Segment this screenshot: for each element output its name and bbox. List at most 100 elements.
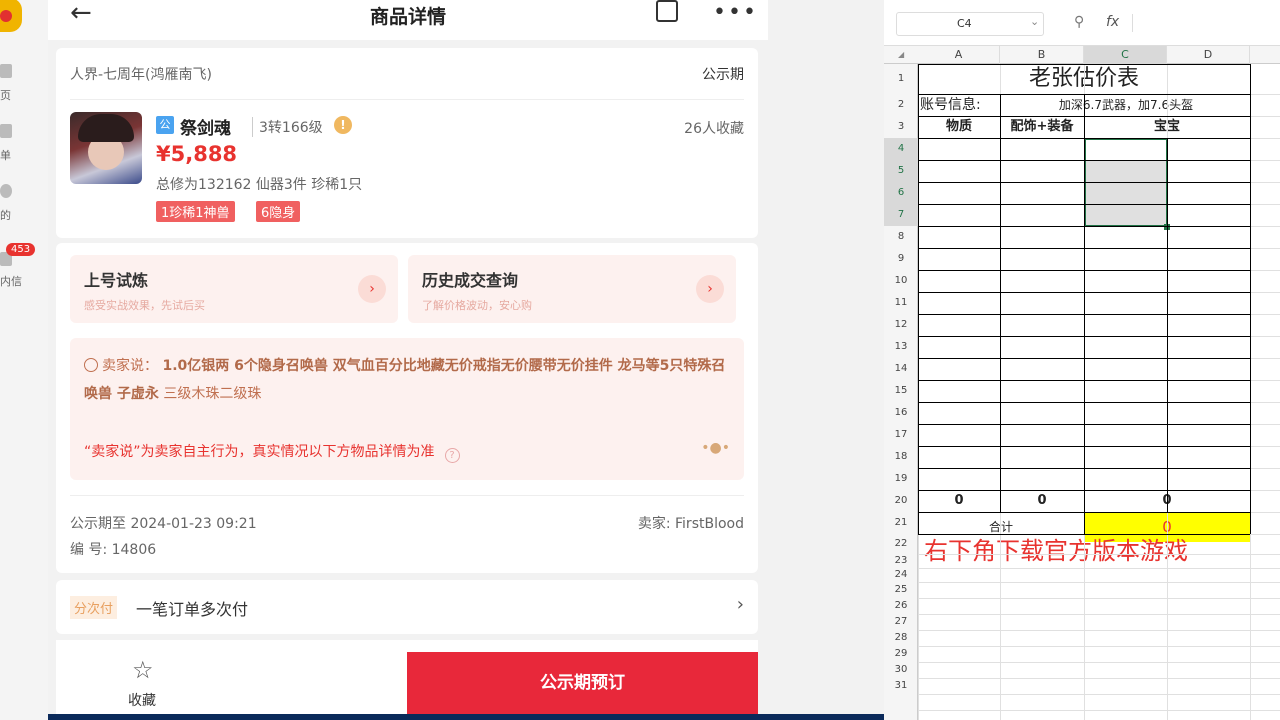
seller-says-box: 卖家说： 1.0亿银两 6个隐身召唤兽 双气血百分比地藏无价戒指无价腰带无价挂件… bbox=[70, 338, 744, 480]
total-cell-a[interactable]: 0 bbox=[918, 490, 1000, 512]
gridline bbox=[918, 630, 1280, 631]
row-header[interactable]: 10 bbox=[884, 270, 918, 292]
table-border bbox=[1000, 94, 1001, 116]
active-cell[interactable] bbox=[1086, 140, 1166, 160]
row-header[interactable]: 20 bbox=[884, 490, 918, 512]
cell-grid[interactable]: 老张估价表 账号信息: 加深6.7武器，加7.6头盔 物质 配饰+装备 宝宝 0… bbox=[918, 64, 1280, 720]
gridline bbox=[918, 582, 1280, 583]
gridline bbox=[918, 662, 1280, 663]
info-value-cell[interactable]: 加深6.7武器，加7.6头盔 bbox=[1002, 94, 1250, 116]
row-header[interactable]: 9 bbox=[884, 248, 918, 270]
function-icon[interactable]: fx bbox=[1106, 14, 1119, 30]
more-icon[interactable]: ••• bbox=[713, 0, 758, 25]
installment-text: 一笔订单多次付 bbox=[136, 600, 249, 619]
favorite-label: 收藏 bbox=[128, 693, 156, 709]
app-logo[interactable] bbox=[0, 0, 22, 32]
row-header[interactable]: 29 bbox=[884, 646, 918, 662]
divider bbox=[70, 495, 744, 496]
row-header[interactable]: 18 bbox=[884, 446, 918, 468]
user-icon bbox=[0, 184, 12, 198]
expand-dots-icon[interactable]: •●• bbox=[701, 440, 730, 456]
help-icon[interactable]: ? bbox=[444, 448, 460, 463]
row-header[interactable]: 26 bbox=[884, 598, 918, 614]
header-cell-material[interactable]: 物质 bbox=[918, 116, 1000, 138]
divider bbox=[70, 99, 744, 100]
info-label-cell[interactable]: 账号信息: bbox=[920, 94, 1002, 116]
row-header[interactable]: 28 bbox=[884, 630, 918, 646]
promo-subtitle: 感受实战效果，先试后买 bbox=[84, 299, 205, 312]
row-header[interactable]: 31 bbox=[884, 678, 918, 694]
sidebar-item-label: 的 bbox=[0, 209, 11, 222]
header-cell-gear[interactable]: 配饰+装备 bbox=[1000, 116, 1084, 138]
chevron-down-icon[interactable]: ⌄ bbox=[1030, 15, 1039, 28]
chevron-right-icon: › bbox=[358, 275, 386, 303]
chat-icon bbox=[84, 358, 98, 372]
row-header[interactable]: 15 bbox=[884, 380, 918, 402]
select-all-corner[interactable]: ◢ bbox=[884, 46, 918, 64]
reserve-button[interactable]: 公示期预订 bbox=[407, 652, 758, 714]
gridline bbox=[918, 568, 1280, 569]
row-header[interactable]: 25 bbox=[884, 582, 918, 598]
info-icon[interactable]: ! bbox=[334, 116, 352, 134]
gridline bbox=[918, 694, 1280, 695]
row-header[interactable]: 17 bbox=[884, 424, 918, 446]
row-header[interactable]: 27 bbox=[884, 614, 918, 630]
character-avatar[interactable] bbox=[70, 112, 142, 184]
zoom-icon[interactable]: ⚲ bbox=[1074, 14, 1084, 30]
row-header[interactable]: 21 bbox=[884, 512, 918, 534]
row-header[interactable]: 16 bbox=[884, 402, 918, 424]
column-headers: ◢ A B C D bbox=[884, 46, 1280, 64]
sidebar-item-label: 内信 bbox=[0, 275, 22, 288]
row-header[interactable]: 19 bbox=[884, 468, 918, 490]
row-header[interactable]: 12 bbox=[884, 314, 918, 336]
row-header[interactable]: 4 bbox=[884, 138, 918, 160]
row-header[interactable]: 30 bbox=[884, 662, 918, 678]
row-header[interactable]: 13 bbox=[884, 336, 918, 358]
feature-tag: 1珍稀1神兽 bbox=[156, 201, 235, 222]
character-stats: 总修为132162 仙器3件 珍稀1只 bbox=[156, 177, 363, 193]
row-header[interactable]: 1 bbox=[884, 64, 918, 94]
total-cell-b[interactable]: 0 bbox=[1000, 490, 1084, 512]
top-bar: ← 商品详情 ••• bbox=[48, 0, 768, 40]
promo-title: 历史成交查询 bbox=[422, 271, 519, 290]
row-header[interactable]: 8 bbox=[884, 226, 918, 248]
column-header-a[interactable]: A bbox=[918, 46, 1000, 64]
table-border bbox=[1250, 64, 1251, 534]
publish-time: 公示期至 2024-01-23 09:21 bbox=[70, 516, 257, 532]
home-icon bbox=[0, 64, 12, 78]
row-header[interactable]: 14 bbox=[884, 358, 918, 380]
table-border bbox=[1000, 116, 1001, 512]
star-icon: ☆ bbox=[132, 656, 154, 684]
installment-row[interactable]: 分次付 一笔订单多次付 › bbox=[56, 580, 758, 634]
chevron-right-icon: › bbox=[696, 275, 724, 303]
promo-title: 上号试炼 bbox=[84, 271, 149, 290]
row-header[interactable]: 23 bbox=[884, 554, 918, 568]
gridline bbox=[918, 614, 1280, 615]
bottom-action-bar: ☆ 收藏 公示期预订 bbox=[56, 652, 758, 714]
column-header-d[interactable]: D bbox=[1167, 46, 1250, 64]
share-icon[interactable] bbox=[656, 0, 678, 22]
character-name: 祭剑魂 bbox=[180, 119, 231, 139]
history-query-button[interactable]: 历史成交查询 了解价格波动，安心购 › bbox=[408, 255, 736, 323]
name-box[interactable]: C4 bbox=[896, 12, 1044, 36]
row-header[interactable]: 3 bbox=[884, 116, 918, 138]
trial-login-button[interactable]: 上号试炼 感受实战效果，先试后买 › bbox=[70, 255, 398, 323]
seller-says-label: 卖家说： bbox=[102, 358, 158, 374]
row-header[interactable]: 6 bbox=[884, 182, 918, 204]
row-header[interactable]: 5 bbox=[884, 160, 918, 182]
divider bbox=[1132, 14, 1133, 32]
row-header[interactable]: 2 bbox=[884, 94, 918, 116]
product-card: 人界-七周年(鸿雁南飞) 公示期 公 祭剑魂 3转166级 ! 26人收藏 ¥5… bbox=[56, 48, 758, 238]
gridline bbox=[918, 678, 1280, 679]
row-header[interactable]: 7 bbox=[884, 204, 918, 226]
column-header-b[interactable]: B bbox=[1000, 46, 1084, 64]
row-header[interactable]: 22 bbox=[884, 534, 918, 554]
row-header[interactable]: 24 bbox=[884, 568, 918, 582]
unread-badge: 453 bbox=[6, 243, 36, 256]
column-header-c[interactable]: C bbox=[1084, 46, 1167, 64]
seller-name[interactable]: 卖家: FirstBlood bbox=[638, 513, 744, 533]
table-border bbox=[1167, 138, 1168, 512]
row-header[interactable]: 11 bbox=[884, 292, 918, 314]
character-level: 3转166级 bbox=[252, 117, 323, 137]
red-note[interactable]: 右下角下载官方版本游戏 bbox=[924, 536, 1254, 566]
